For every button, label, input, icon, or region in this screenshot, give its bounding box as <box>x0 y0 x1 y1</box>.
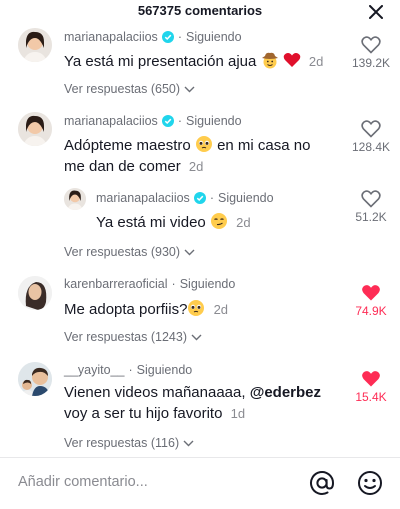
avatar[interactable] <box>18 112 52 146</box>
reply-date: 2d <box>236 215 251 230</box>
comment-text: Ya está mi presentación ajua 2d <box>64 52 324 70</box>
mention-link[interactable]: @ederbez <box>250 384 321 401</box>
like-count: 51.2K <box>355 210 387 224</box>
mention-button[interactable] <box>309 470 335 496</box>
comment-item: marianapalaciios · Siguiendo Ya está mi … <box>0 28 400 102</box>
close-icon <box>369 5 383 19</box>
username[interactable]: __yayito__ <box>64 363 124 377</box>
comment-item: karenbarreraoficial · Siguiendo Me adopt… <box>0 276 400 348</box>
heart-icon <box>361 190 381 208</box>
comment-text: Vienen videos mañanaaaa, @ederbez voy a … <box>64 384 322 422</box>
cowboy-emoji-icon <box>261 52 278 69</box>
reply-meta: marianapalaciios · Siguiendo <box>96 191 274 205</box>
chevron-down-icon <box>183 440 194 446</box>
heart-icon <box>362 371 380 387</box>
comment-date: 1d <box>230 406 246 421</box>
like-button[interactable]: 15.4K <box>348 370 394 404</box>
following-label: Siguiendo <box>185 30 242 44</box>
heart-icon <box>362 285 380 301</box>
comment-meta: __yayito__ · Siguiendo <box>64 363 193 377</box>
view-replies-button[interactable]: Ver respuestas (650) <box>64 82 195 96</box>
comment-input-bar: Añadir comentario... <box>0 458 400 509</box>
username[interactable]: marianapalaciios <box>96 191 190 205</box>
pleading-face-emoji-icon <box>188 300 205 316</box>
comments-header: 567375 comentarios <box>0 0 400 24</box>
following-label: Siguiendo <box>179 277 236 291</box>
at-sign-icon <box>310 471 335 495</box>
comment-item: __yayito__ · Siguiendo Vienen videos mañ… <box>0 362 400 454</box>
verified-badge-icon <box>161 31 174 43</box>
avatar[interactable] <box>18 276 52 310</box>
avatar[interactable] <box>18 362 52 396</box>
comment-date: 2d <box>188 159 204 174</box>
comment-meta: marianapalaciios · Siguiendo <box>64 114 242 128</box>
like-button[interactable]: 139.2K <box>348 36 394 70</box>
comment-input[interactable]: Añadir comentario... <box>18 474 148 490</box>
following-label: Siguiendo <box>185 114 242 128</box>
heart-icon <box>361 120 381 138</box>
comment-meta: karenbarreraoficial · Siguiendo <box>64 277 236 291</box>
following-label: Siguiendo <box>217 191 274 205</box>
like-count: 15.4K <box>355 390 387 404</box>
chevron-down-icon <box>184 86 195 92</box>
comment-text: Me adopta porfiis? 2d <box>64 300 229 318</box>
like-count: 139.2K <box>351 56 391 70</box>
comments-count-title: 567375 comentarios <box>137 3 263 18</box>
like-count: 74.9K <box>355 304 387 318</box>
like-button[interactable]: 74.9K <box>348 284 394 318</box>
comment-item: marianapalaciios · Siguiendo Adópteme ma… <box>0 112 400 262</box>
like-button[interactable]: 128.4K <box>348 120 394 154</box>
comment-text: Adópteme maestro en mi casa no me dan de… <box>64 136 311 175</box>
following-label: Siguiendo <box>136 363 193 377</box>
chevron-down-icon <box>184 249 195 255</box>
view-replies-button[interactable]: Ver respuestas (930) <box>64 245 195 259</box>
reply-avatar[interactable] <box>64 188 86 210</box>
reply-like-button[interactable]: 51.2K <box>348 190 394 224</box>
like-count: 128.4K <box>351 140 391 154</box>
verified-badge-icon <box>193 192 206 204</box>
emoji-icon <box>358 471 382 495</box>
red-heart-emoji-icon <box>283 53 300 67</box>
chevron-down-icon <box>191 334 202 340</box>
comment-meta: marianapalaciios · Siguiendo <box>64 30 242 44</box>
emoji-button[interactable] <box>357 470 383 496</box>
heart-icon <box>361 36 381 54</box>
username[interactable]: marianapalaciios <box>64 30 158 44</box>
comment-date: 2d <box>213 302 229 317</box>
smirking-face-emoji-icon <box>210 213 227 229</box>
view-replies-button[interactable]: Ver respuestas (1243) <box>64 330 202 344</box>
view-replies-button[interactable]: Ver respuestas (116) <box>64 436 194 450</box>
verified-badge-icon <box>161 115 174 127</box>
avatar[interactable] <box>18 28 52 62</box>
reply-text: Ya está mi video 2d <box>96 213 251 231</box>
username[interactable]: karenbarreraoficial <box>64 277 168 291</box>
pleading-face-emoji-icon <box>195 136 212 152</box>
close-button[interactable] <box>366 2 386 22</box>
comment-date: 2d <box>308 54 324 69</box>
username[interactable]: marianapalaciios <box>64 114 158 128</box>
